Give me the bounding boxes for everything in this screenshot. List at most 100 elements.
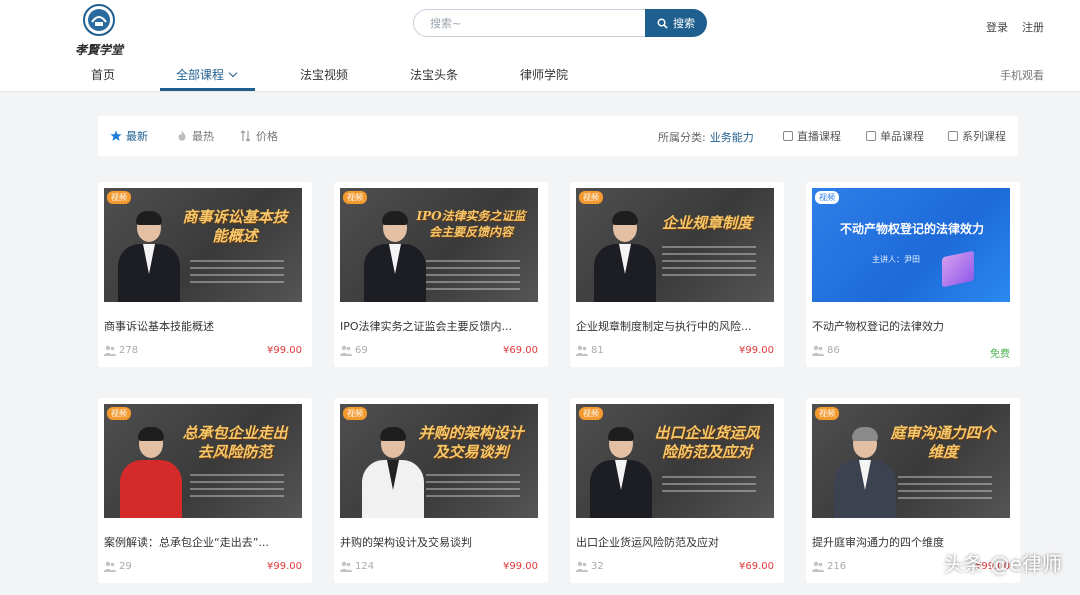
course-price: 免费 [990, 349, 1010, 360]
course-card[interactable]: 视频 总承包企业走出去风险防范 案例解读：总承包企业“走出去”... 29 ¥9… [98, 398, 312, 583]
cover-speaker: 主讲人：尹田 [872, 255, 920, 264]
users-icon [340, 561, 352, 572]
course-title[interactable]: 并购的架构设计及交易谈判 [340, 534, 540, 550]
course-price: ¥99.00 [503, 561, 538, 572]
course-cover: 视频 不动产物权登记的法律效力 主讲人：尹田 [812, 188, 1010, 302]
view-count-value: 124 [355, 561, 375, 572]
course-price: ¥69.00 [739, 561, 774, 572]
course-card[interactable]: 视频 并购的架构设计及交易谈判 并购的架构设计及交易谈判 124 ¥99.00 [334, 398, 548, 583]
course-price: ¥69.00 [503, 345, 538, 356]
course-card[interactable]: 视频 出口企业货运风险防范及应对 出口企业货运风险防范及应对 32 ¥69.00 [570, 398, 784, 583]
cover-detail-lines [426, 260, 520, 295]
sort-price[interactable]: 价格 [240, 128, 278, 144]
cover-title: IPO法律实务之证监会主要反馈内容 [416, 209, 526, 239]
course-title[interactable]: 商事诉讼基本技能概述 [104, 318, 304, 334]
search-button-label: 搜索 [673, 17, 695, 30]
course-card[interactable]: 视频 企业规章制度 企业规章制度制定与执行中的风险... 81 ¥99.00 [570, 182, 784, 367]
speaker-photo [594, 208, 656, 302]
sort-arrows-icon [240, 130, 251, 142]
video-badge: 视频 [815, 407, 839, 420]
course-cover: 视频 企业规章制度 [576, 188, 774, 302]
course-title[interactable]: 案例解读：总承包企业“走出去”... [104, 534, 304, 550]
watermark: 头条 @e律师 [943, 552, 1062, 576]
register-link[interactable]: 注册 [1022, 19, 1044, 35]
course-cover: 视频 出口企业货运风险防范及应对 [576, 404, 774, 518]
course-cover: 视频 IPO法律实务之证监会主要反馈内容 [340, 188, 538, 302]
nav-item-home[interactable]: 首页 [91, 66, 115, 83]
sort-newest[interactable]: 最新 [110, 128, 148, 144]
nav-item-all-courses[interactable]: 全部课程 [176, 66, 238, 83]
video-badge: 视频 [343, 191, 367, 204]
cover-detail-lines [190, 474, 284, 502]
nav-item-lawyer-academy[interactable]: 律师学院 [520, 66, 568, 83]
sort-hottest[interactable]: 最热 [176, 128, 214, 144]
category-filter: 所属分类: 业务能力 [658, 129, 754, 145]
view-count: 32 [576, 561, 604, 572]
course-price: ¥99.00 [739, 345, 774, 356]
users-icon [340, 345, 352, 356]
view-count-value: 69 [355, 345, 368, 356]
course-card[interactable]: 视频 不动产物权登记的法律效力 主讲人：尹田 不动产物权登记的法律效力 86 免… [806, 182, 1020, 367]
view-count-value: 29 [119, 561, 132, 572]
top-header: 孝賢学堂 搜索 登录 注册 首页 全部课程 法宝视频 法宝头条 律师学院 手机观… [0, 0, 1080, 92]
active-tab-indicator [160, 88, 255, 91]
speaker-photo [118, 208, 180, 302]
view-count: 81 [576, 345, 604, 356]
mobile-watch-link[interactable]: 手机观看 [1000, 67, 1044, 83]
view-count-value: 86 [827, 345, 840, 356]
view-count: 29 [104, 561, 132, 572]
video-badge: 视频 [579, 407, 603, 420]
star-icon [110, 130, 122, 141]
sort-label: 最热 [192, 130, 214, 143]
nav-item-headlines[interactable]: 法宝头条 [410, 66, 458, 83]
checkbox-box[interactable] [783, 131, 793, 141]
checkbox-box[interactable] [948, 131, 958, 141]
users-icon [812, 561, 824, 572]
login-link[interactable]: 登录 [986, 19, 1008, 35]
course-price: ¥99.00 [267, 345, 302, 356]
cover-title: 出口企业货运风险防范及应对 [654, 424, 760, 461]
cube-graphic [942, 250, 974, 288]
video-badge: 视频 [107, 407, 131, 420]
logo-emblem-icon [83, 4, 115, 36]
checkbox-label: 直播课程 [797, 130, 841, 143]
course-cover: 视频 商事诉讼基本技能概述 [104, 188, 302, 302]
cover-title: 并购的架构设计及交易谈判 [418, 424, 524, 461]
speaker-photo [120, 424, 182, 518]
view-count-value: 32 [591, 561, 604, 572]
course-cover: 视频 并购的架构设计及交易谈判 [340, 404, 538, 518]
course-title[interactable]: 不动产物权登记的法律效力 [812, 318, 1012, 334]
course-card[interactable]: 视频 IPO法律实务之证监会主要反馈内容 IPO法律实务之证监会主要反馈内...… [334, 182, 548, 367]
view-count-value: 216 [827, 561, 847, 572]
auth-links: 登录 注册 [986, 19, 1044, 35]
checkbox-live-courses[interactable]: 直播课程 [783, 128, 841, 144]
checkbox-single-courses[interactable]: 单品课程 [866, 128, 924, 144]
logo-text: 孝賢学堂 [74, 43, 123, 57]
checkbox-label: 系列课程 [962, 130, 1006, 143]
site-logo[interactable]: 孝賢学堂 [72, 4, 126, 57]
course-title[interactable]: 出口企业货运风险防范及应对 [576, 534, 776, 550]
sort-label: 最新 [126, 130, 148, 143]
course-title[interactable]: 企业规章制度制定与执行中的风险... [576, 318, 776, 334]
view-count-value: 278 [119, 345, 139, 356]
checkbox-box[interactable] [866, 131, 876, 141]
filter-bar: 最新 最热 价格 所属分类: 业务能力 直播课程 单品课程 系列课程 [98, 116, 1018, 156]
course-title[interactable]: IPO法律实务之证监会主要反馈内... [340, 318, 540, 334]
course-card[interactable]: 视频 商事诉讼基本技能概述 商事诉讼基本技能概述 278 ¥99.00 [98, 182, 312, 367]
checkbox-label: 单品课程 [880, 130, 924, 143]
category-value[interactable]: 业务能力 [710, 131, 754, 144]
nav-item-videos[interactable]: 法宝视频 [300, 66, 348, 83]
search-input[interactable] [413, 9, 653, 37]
cover-detail-lines [662, 246, 756, 281]
search-button[interactable]: 搜索 [645, 9, 707, 37]
view-count: 86 [812, 345, 840, 356]
course-cover: 视频 庭审沟通力四个维度 [812, 404, 1010, 518]
nav-item-label: 全部课程 [176, 68, 225, 82]
users-icon [104, 561, 116, 572]
cover-detail-lines [898, 476, 992, 504]
chevron-down-icon [228, 68, 238, 78]
video-badge: 视频 [343, 407, 367, 420]
users-icon [812, 345, 824, 356]
video-badge: 视频 [815, 191, 839, 204]
checkbox-series-courses[interactable]: 系列课程 [948, 128, 1006, 144]
